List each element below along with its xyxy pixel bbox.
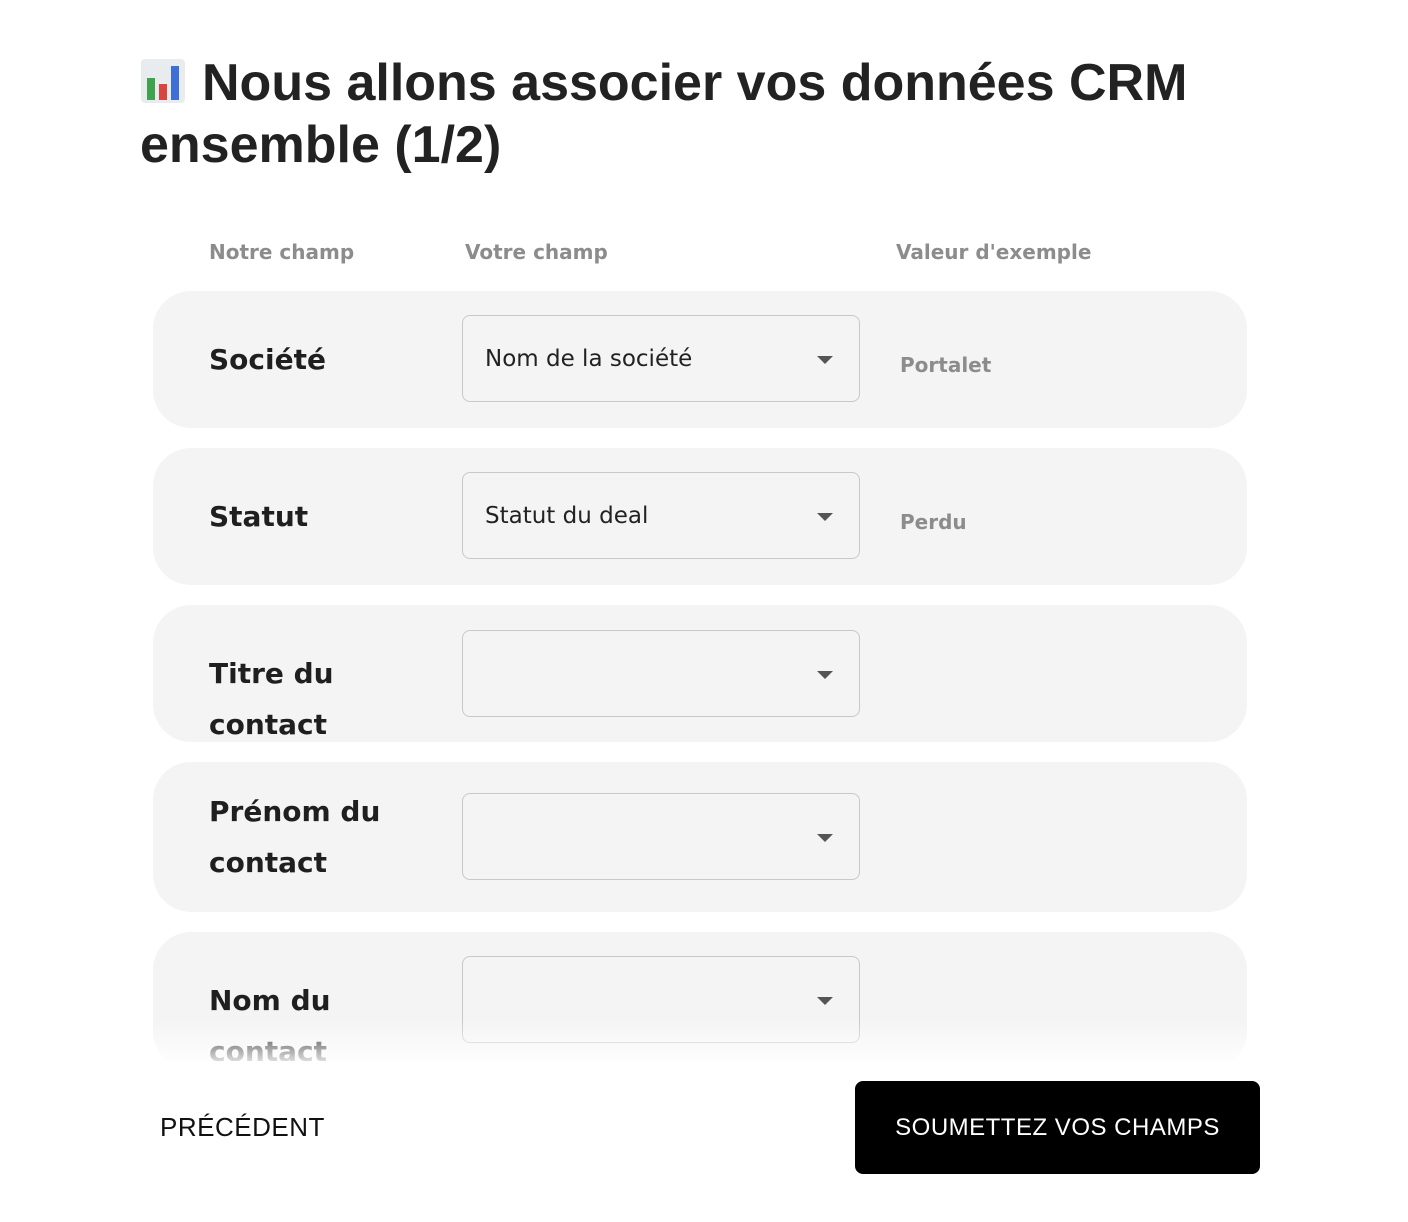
- field-label: Prénom du contact: [209, 795, 381, 879]
- chevron-down-icon: [817, 513, 833, 521]
- field-select-nom-contact[interactable]: [462, 956, 860, 1043]
- example-value: Perdu: [900, 510, 967, 534]
- page-title: Nous allons associer vos données CRM ens…: [140, 52, 1300, 176]
- header-our-field: Notre champ: [209, 240, 355, 264]
- mapping-row-nom-contact: Nom du contact: [153, 932, 1247, 1061]
- chevron-down-icon: [817, 997, 833, 1005]
- field-select-societe[interactable]: Nom de la société: [462, 315, 860, 402]
- previous-button[interactable]: PRÉCÉDENT: [160, 1108, 325, 1146]
- mapping-row-titre-contact: Titre du contact: [153, 605, 1247, 742]
- field-label: Statut: [209, 500, 309, 533]
- field-select-prenom-contact[interactable]: [462, 793, 860, 880]
- mapping-row-prenom-contact: Prénom du contact: [153, 762, 1247, 912]
- header-your-field: Votre champ: [465, 240, 608, 264]
- header-example-value: Valeur d'exemple: [896, 240, 1092, 264]
- chevron-down-icon: [817, 671, 833, 679]
- select-value: Statut du deal: [485, 503, 649, 529]
- page-title-text: Nous allons associer vos données CRM ens…: [140, 54, 1188, 174]
- submit-fields-button[interactable]: SOUMETTEZ VOS CHAMPS: [855, 1081, 1260, 1174]
- chevron-down-icon: [817, 834, 833, 842]
- table-headers: Notre champ Votre champ Valeur d'exemple: [0, 240, 1408, 270]
- bar-chart-emoji-icon: [141, 59, 185, 103]
- field-label: Titre du contact: [209, 657, 334, 741]
- field-label: Nom du contact: [209, 984, 331, 1061]
- crm-mapping-page: Nous allons associer vos données CRM ens…: [0, 0, 1408, 1222]
- mapping-row-societe: Société Nom de la société Portalet: [153, 291, 1247, 428]
- field-label: Société: [209, 343, 326, 376]
- field-select-titre-contact[interactable]: [462, 630, 860, 717]
- chevron-down-icon: [817, 356, 833, 364]
- field-select-statut[interactable]: Statut du deal: [462, 472, 860, 559]
- example-value: Portalet: [900, 353, 992, 377]
- mapping-row-statut: Statut Statut du deal Perdu: [153, 448, 1247, 585]
- mapping-rows[interactable]: Société Nom de la société Portalet Statu…: [153, 291, 1247, 1061]
- select-value: Nom de la société: [485, 346, 693, 372]
